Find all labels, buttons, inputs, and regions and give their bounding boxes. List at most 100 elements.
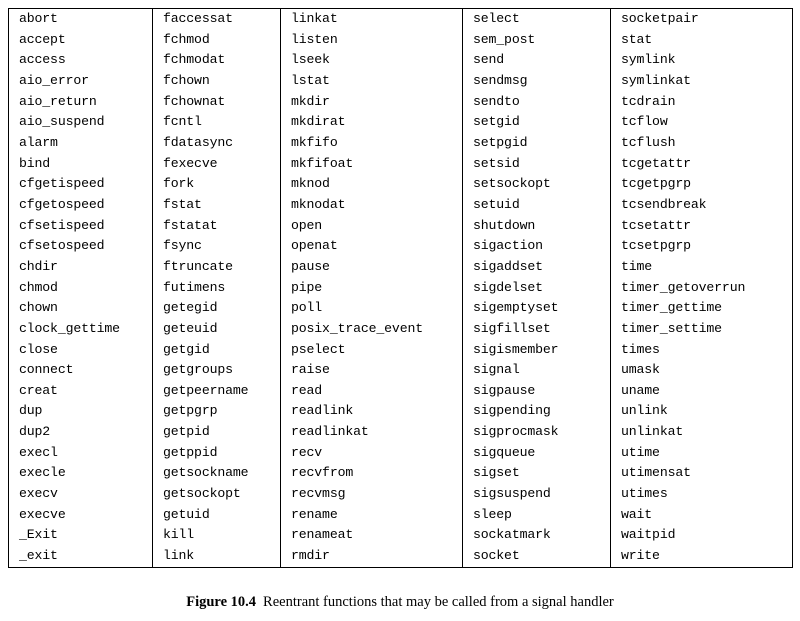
function-name-cell: accept bbox=[19, 31, 66, 47]
table-row: accept fchmod listen sem_post stat bbox=[9, 29, 793, 51]
function-name-cell: getpgrp bbox=[152, 401, 281, 423]
function-name-cell: clock_gettime bbox=[19, 320, 120, 336]
function-name-cell: fchownat bbox=[152, 91, 281, 113]
function-name-cell: chdir bbox=[19, 258, 58, 274]
function-name-cell: write bbox=[610, 546, 793, 568]
function-name-cell: getsockopt bbox=[152, 484, 281, 505]
function-name-cell: sleep bbox=[462, 504, 611, 526]
figure-caption-text: Reentrant functions that may be called f… bbox=[263, 594, 614, 610]
function-name-cell: fstat bbox=[152, 194, 281, 216]
function-name-cell: setpgid bbox=[462, 132, 611, 154]
function-name-cell: sendto bbox=[462, 91, 611, 113]
reentrant-functions-table: abort faccessat linkat select socketpair acce… bbox=[8, 8, 793, 568]
function-name-cell: ftruncate bbox=[152, 256, 281, 278]
function-name-cell: cfsetispeed bbox=[19, 217, 105, 233]
function-name-cell: uname bbox=[610, 380, 793, 402]
figure-number: Figure 10.4 bbox=[186, 594, 257, 610]
table-row: aio_suspend fcntl mkdirat setgid tcflow bbox=[9, 112, 793, 133]
function-name-cell: futimens bbox=[152, 277, 281, 299]
table-row: alarm fdatasync mkfifo setpgid tcflush bbox=[9, 132, 793, 154]
function-name-cell: fexecve bbox=[152, 153, 281, 175]
function-name-cell: creat bbox=[19, 382, 58, 398]
function-name-cell: utime bbox=[610, 442, 793, 464]
function-name-cell: readlink bbox=[280, 401, 463, 423]
function-name-cell: timer_gettime bbox=[610, 298, 793, 319]
function-name-cell: recvmsg bbox=[280, 484, 463, 505]
function-name-cell: mknodat bbox=[280, 194, 463, 216]
function-name-cell: mkfifo bbox=[280, 132, 463, 154]
function-name-cell: timer_getoverrun bbox=[610, 277, 793, 299]
function-name-cell: fchmod bbox=[152, 29, 281, 51]
function-name-cell: tcflush bbox=[610, 132, 793, 154]
function-name-cell: fcntl bbox=[152, 112, 281, 133]
function-name-cell: open bbox=[280, 215, 463, 237]
function-name-cell: execle bbox=[19, 465, 66, 481]
table-row: _Exit kill renameat sockatmark waitpid bbox=[9, 525, 793, 547]
function-name-cell: getgid bbox=[152, 339, 281, 361]
function-name-cell: setgid bbox=[462, 112, 611, 133]
function-name-cell: dup2 bbox=[19, 424, 51, 440]
function-name-cell: _Exit bbox=[19, 527, 58, 543]
table-row: dup getpgrp readlink sigpending unlink bbox=[9, 401, 793, 423]
function-name-cell: tcgetpgrp bbox=[610, 174, 793, 195]
function-name-cell: sigaddset bbox=[462, 256, 611, 278]
function-name-cell: geteuid bbox=[152, 318, 281, 340]
function-name-cell: timer_settime bbox=[610, 318, 793, 340]
function-name-cell: poll bbox=[280, 298, 463, 319]
function-name-cell: rename bbox=[280, 504, 463, 526]
table-row: execv getsockopt recvmsg sigsuspend utimes bbox=[9, 484, 793, 505]
function-name-cell: times bbox=[610, 339, 793, 361]
function-name-cell: _exit bbox=[19, 548, 58, 564]
function-name-cell: getpid bbox=[152, 422, 281, 443]
function-name-cell: execv bbox=[19, 486, 58, 502]
function-name-cell: setsid bbox=[462, 153, 611, 175]
function-name-cell: sigaction bbox=[462, 236, 611, 257]
table-row: chmod futimens pipe sigdelset timer_getoverr… bbox=[9, 277, 793, 299]
function-name-cell: openat bbox=[280, 236, 463, 257]
function-name-cell: cfgetospeed bbox=[19, 196, 105, 212]
function-name-cell: tcsetpgrp bbox=[610, 236, 793, 257]
function-name-cell: utimes bbox=[610, 484, 793, 505]
table-row: aio_error fchown lstat sendmsg symlinkat bbox=[9, 70, 793, 92]
function-name-cell: sigqueue bbox=[462, 442, 611, 464]
function-name-cell: sigfillset bbox=[462, 318, 611, 340]
table-row: bind fexecve mkfifoat setsid tcgetattr bbox=[9, 153, 793, 175]
function-name-cell: unlinkat bbox=[610, 422, 793, 443]
function-name-cell: tcsendbreak bbox=[610, 194, 793, 216]
function-name-cell: alarm bbox=[19, 134, 58, 150]
function-name-cell: aio_error bbox=[19, 72, 89, 88]
function-name-cell: utimensat bbox=[610, 463, 793, 485]
table-body: abort faccessat linkat select socketpair acce… bbox=[9, 8, 793, 568]
function-name-cell: getppid bbox=[152, 442, 281, 464]
function-name-cell: tcdrain bbox=[610, 91, 793, 113]
table-row: chdir ftruncate pause sigaddset time bbox=[9, 256, 793, 278]
table-row: execle getsockname recvfrom sigset utimensat bbox=[9, 463, 793, 485]
function-name-cell: sigset bbox=[462, 463, 611, 485]
table-row: cfsetospeed fsync openat sigaction tcsetpgrp bbox=[9, 236, 793, 257]
function-name-cell: linkat bbox=[280, 8, 463, 30]
function-name-cell: raise bbox=[280, 360, 463, 381]
function-name-cell: chown bbox=[19, 300, 58, 316]
table-row: cfgetospeed fstat mknodat setuid tcsendbreak bbox=[9, 194, 793, 216]
function-name-cell: waitpid bbox=[610, 525, 793, 547]
function-name-cell: read bbox=[280, 380, 463, 402]
function-name-cell: link bbox=[152, 546, 281, 568]
function-name-cell: posix_trace_event bbox=[280, 318, 463, 340]
function-name-cell: mkdirat bbox=[280, 112, 463, 133]
function-name-cell: send bbox=[462, 50, 611, 71]
function-name-cell: chmod bbox=[19, 279, 58, 295]
function-name-cell: fdatasync bbox=[152, 132, 281, 154]
function-name-cell: socket bbox=[462, 546, 611, 568]
table-row: creat getpeername read sigpause uname bbox=[9, 380, 793, 402]
function-name-cell: mknod bbox=[280, 174, 463, 195]
figure-container: abort faccessat linkat select socketpair acce… bbox=[0, 0, 800, 621]
function-name-cell: lseek bbox=[280, 50, 463, 71]
function-name-cell: select bbox=[462, 8, 611, 30]
table-row: execl getppid recv sigqueue utime bbox=[9, 442, 793, 464]
function-name-cell: execl bbox=[19, 444, 58, 460]
function-name-cell: sigdelset bbox=[462, 277, 611, 299]
function-name-cell: sigemptyset bbox=[462, 298, 611, 319]
function-name-cell: readlinkat bbox=[280, 422, 463, 443]
table-row: cfsetispeed fstatat open shutdown tcsetattr bbox=[9, 215, 793, 237]
function-name-cell: abort bbox=[19, 11, 58, 26]
